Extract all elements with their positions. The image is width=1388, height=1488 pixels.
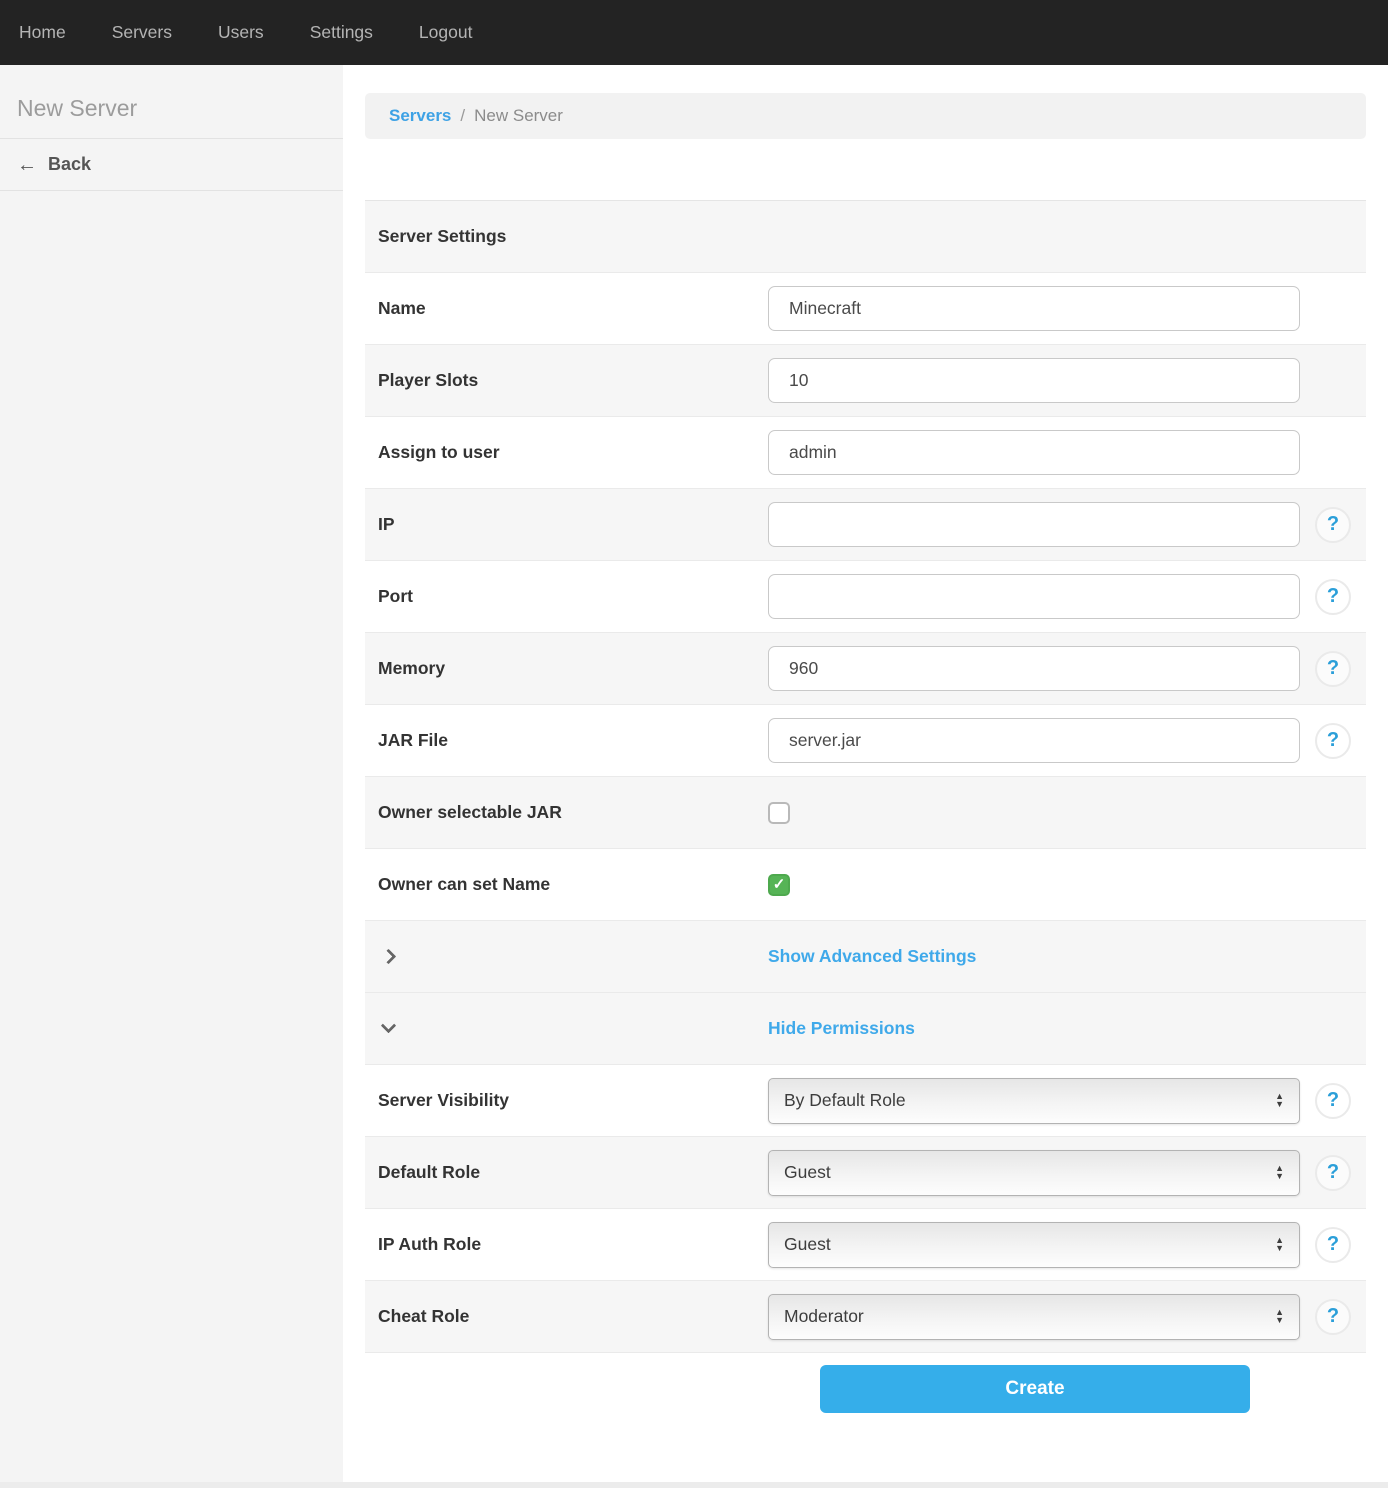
- top-nav: Home Servers Users Settings Logout: [0, 0, 1388, 65]
- sidebar-title: New Server: [0, 65, 343, 138]
- nav-item-home[interactable]: Home: [19, 22, 66, 43]
- cheat-role-select-value: Moderator: [784, 1306, 1275, 1327]
- default-role-label: Default Role: [378, 1162, 768, 1183]
- nav-item-settings[interactable]: Settings: [310, 22, 373, 43]
- default-role-select[interactable]: Guest ▲▼: [768, 1150, 1300, 1196]
- ip-auth-role-select[interactable]: Guest ▲▼: [768, 1222, 1300, 1268]
- main-content: Servers / New Server Server Settings Nam…: [343, 65, 1388, 1488]
- section-title: Server Settings: [378, 226, 506, 247]
- jar-file-input[interactable]: [768, 718, 1300, 763]
- breadcrumb-servers-link[interactable]: Servers: [389, 106, 451, 126]
- ip-help-icon[interactable]: ?: [1315, 507, 1351, 543]
- cheat-role-help-icon[interactable]: ?: [1315, 1299, 1351, 1335]
- owner-selectable-jar-checkbox[interactable]: ✓: [768, 802, 790, 824]
- chevron-right-icon: [381, 949, 397, 965]
- memory-label: Memory: [378, 658, 768, 679]
- form-row-hide-permissions: Hide Permissions: [365, 993, 1366, 1065]
- server-visibility-help-icon[interactable]: ?: [1315, 1083, 1351, 1119]
- owner-can-set-name-checkbox[interactable]: ✓: [768, 874, 790, 896]
- server-settings-form: Server Settings Name Player Slots Assign…: [365, 200, 1366, 1413]
- nav-item-servers[interactable]: Servers: [112, 22, 172, 43]
- ip-auth-role-label: IP Auth Role: [378, 1234, 768, 1255]
- port-label: Port: [378, 586, 768, 607]
- memory-help-icon[interactable]: ?: [1315, 651, 1351, 687]
- owner-selectable-jar-label: Owner selectable JAR: [378, 802, 768, 823]
- cheat-role-label: Cheat Role: [378, 1306, 768, 1327]
- owner-can-set-name-label: Owner can set Name: [378, 874, 768, 895]
- form-row-name: Name: [365, 273, 1366, 345]
- breadcrumb-current: New Server: [474, 106, 563, 126]
- port-input[interactable]: [768, 574, 1300, 619]
- memory-input[interactable]: [768, 646, 1300, 691]
- select-arrows-icon: ▲▼: [1275, 1093, 1284, 1108]
- form-row-owner-can-set-name: Owner can set Name ✓: [365, 849, 1366, 921]
- create-button[interactable]: Create: [820, 1365, 1250, 1413]
- name-label: Name: [378, 298, 768, 319]
- form-row-port: Port ?: [365, 561, 1366, 633]
- jar-file-help-icon[interactable]: ?: [1315, 723, 1351, 759]
- form-row-jar-file: JAR File ?: [365, 705, 1366, 777]
- form-row-show-advanced: Show Advanced Settings: [365, 921, 1366, 993]
- back-arrow-icon: ←: [17, 155, 37, 175]
- form-row-assign-to-user: Assign to user: [365, 417, 1366, 489]
- ip-input[interactable]: [768, 502, 1300, 547]
- form-row-cheat-role: Cheat Role Moderator ▲▼ ?: [365, 1281, 1366, 1353]
- chevron-down-icon: [381, 1018, 397, 1034]
- section-header-row: Server Settings: [365, 201, 1366, 273]
- ip-auth-role-select-value: Guest: [784, 1234, 1275, 1255]
- create-row: Create: [365, 1353, 1366, 1413]
- form-row-ip: IP ?: [365, 489, 1366, 561]
- hide-permissions-link[interactable]: Hide Permissions: [768, 1018, 915, 1039]
- nav-item-users[interactable]: Users: [218, 22, 264, 43]
- sidebar: New Server ← Back: [0, 65, 343, 1488]
- form-row-server-visibility: Server Visibility By Default Role ▲▼ ?: [365, 1065, 1366, 1137]
- back-button[interactable]: ← Back: [0, 139, 343, 190]
- server-visibility-label: Server Visibility: [378, 1090, 768, 1111]
- form-row-ip-auth-role: IP Auth Role Guest ▲▼ ?: [365, 1209, 1366, 1281]
- back-label: Back: [48, 154, 91, 175]
- default-role-help-icon[interactable]: ?: [1315, 1155, 1351, 1191]
- server-visibility-select[interactable]: By Default Role ▲▼: [768, 1078, 1300, 1124]
- show-advanced-settings-link[interactable]: Show Advanced Settings: [768, 946, 976, 967]
- cheat-role-select[interactable]: Moderator ▲▼: [768, 1294, 1300, 1340]
- form-row-default-role: Default Role Guest ▲▼ ?: [365, 1137, 1366, 1209]
- assign-to-user-input[interactable]: [768, 430, 1300, 475]
- select-arrows-icon: ▲▼: [1275, 1165, 1284, 1180]
- breadcrumb: Servers / New Server: [365, 93, 1366, 139]
- form-row-owner-selectable-jar: Owner selectable JAR ✓: [365, 777, 1366, 849]
- default-role-select-value: Guest: [784, 1162, 1275, 1183]
- form-row-memory: Memory ?: [365, 633, 1366, 705]
- ip-label: IP: [378, 514, 768, 535]
- check-icon: ✓: [773, 877, 786, 892]
- select-arrows-icon: ▲▼: [1275, 1237, 1284, 1252]
- player-slots-label: Player Slots: [378, 370, 768, 391]
- form-row-player-slots: Player Slots: [365, 345, 1366, 417]
- port-help-icon[interactable]: ?: [1315, 579, 1351, 615]
- divider: [0, 190, 343, 191]
- nav-item-logout[interactable]: Logout: [419, 22, 473, 43]
- assign-to-user-label: Assign to user: [378, 442, 768, 463]
- select-arrows-icon: ▲▼: [1275, 1309, 1284, 1324]
- server-visibility-select-value: By Default Role: [784, 1090, 1275, 1111]
- name-input[interactable]: [768, 286, 1300, 331]
- player-slots-input[interactable]: [768, 358, 1300, 403]
- page-bottom-strip: [0, 1482, 1388, 1488]
- breadcrumb-separator: /: [460, 106, 465, 126]
- jar-file-label: JAR File: [378, 730, 768, 751]
- ip-auth-role-help-icon[interactable]: ?: [1315, 1227, 1351, 1263]
